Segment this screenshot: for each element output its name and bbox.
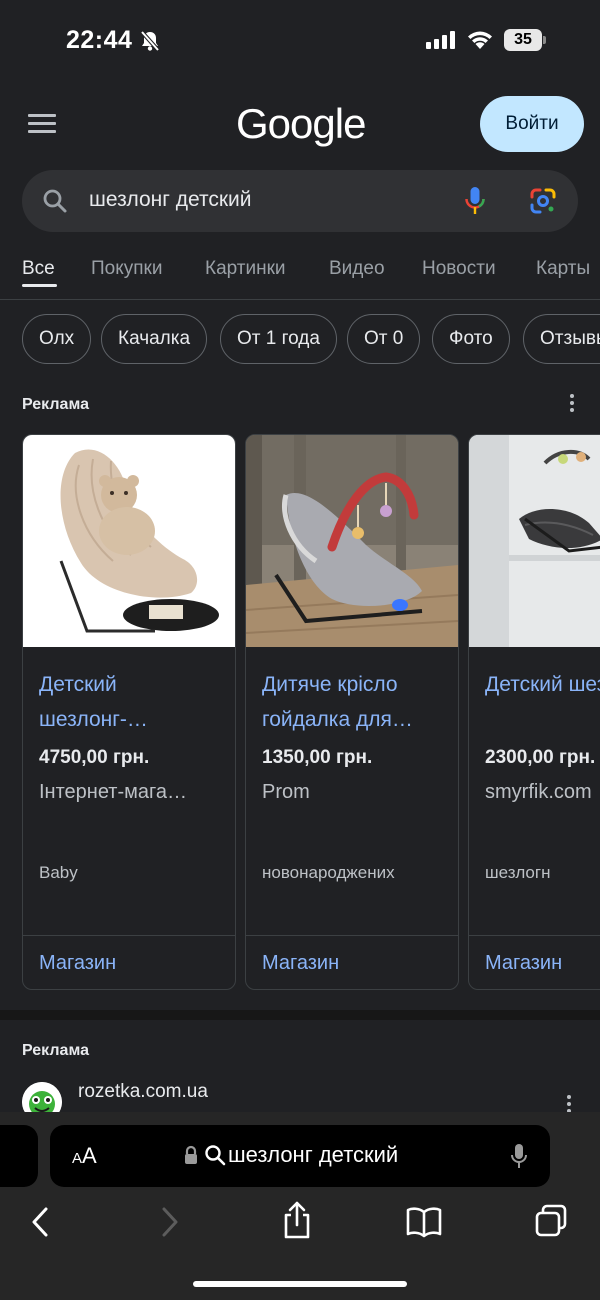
product-image [23, 435, 235, 647]
product-card[interactable]: Детский шезлогн… 2300,00 грн. smyrfik.co… [468, 434, 600, 990]
card-divider [23, 935, 235, 936]
product-store: Інтернет-мага… [39, 781, 187, 803]
ad-label: Реклама [22, 396, 89, 413]
product-tag: шезлогн [485, 863, 551, 882]
battery-tip [543, 36, 546, 44]
tabs-icon[interactable] [534, 1204, 568, 1238]
signin-button[interactable]: Войти [480, 96, 584, 152]
product-title[interactable]: Дитяче крісло гойдалка для… [262, 667, 452, 737]
product-carousel: Детский шезлонг-… 4750,00 грн. Інтернет-… [0, 434, 600, 992]
search-icon [43, 189, 67, 213]
tab-shopping[interactable]: Покупки [91, 258, 162, 280]
product-price: 2300,00 грн. [485, 747, 596, 768]
previous-tab-preview[interactable] [0, 1125, 38, 1187]
bookmarks-icon[interactable] [406, 1206, 442, 1238]
product-store: Prom [262, 781, 310, 803]
card-divider [469, 935, 600, 936]
microphone-icon[interactable] [510, 1142, 528, 1170]
product-price: 1350,00 грн. [262, 747, 373, 768]
chip-from-1-year[interactable]: От 1 года [220, 314, 337, 364]
product-card[interactable]: Дитяче крісло гойдалка для… 1350,00 грн.… [245, 434, 459, 990]
google-logo[interactable]: Google [236, 100, 366, 148]
battery-icon: 35 [504, 29, 542, 51]
chip-kachalka[interactable]: Качалка [101, 314, 208, 364]
product-title[interactable]: Детский шезлогн… [485, 667, 600, 737]
reader-settings-button[interactable]: AA [72, 1143, 97, 1169]
product-tag: новонароджених [262, 863, 395, 882]
more-options-icon[interactable] [570, 394, 576, 415]
google-lens-icon[interactable] [529, 187, 557, 215]
tab-active-indicator [22, 284, 57, 287]
share-icon[interactable] [282, 1200, 312, 1240]
filter-chips: Олх Качалка От 1 года От 0 Фото Отзывы [0, 314, 600, 364]
back-icon[interactable] [30, 1206, 50, 1238]
product-image [469, 435, 600, 647]
forward-icon[interactable] [160, 1206, 180, 1238]
shop-link[interactable]: Магазин [39, 952, 116, 975]
tab-videos[interactable]: Видео [329, 258, 385, 280]
search-tabs: Все Покупки Картинки Видео Новости Карты [0, 256, 600, 300]
card-divider [246, 935, 458, 936]
bell-off-icon [140, 30, 160, 52]
address-text: шезлонг детский [228, 1142, 399, 1167]
lock-icon [185, 1145, 197, 1164]
chip-reviews[interactable]: Отзывы [523, 314, 600, 364]
product-card[interactable]: Детский шезлонг-… 4750,00 грн. Інтернет-… [22, 434, 236, 990]
cellular-signal-icon [426, 31, 455, 49]
product-store: smyrfik.com [485, 781, 592, 803]
chip-photo[interactable]: Фото [432, 314, 510, 364]
status-time: 22:44 [66, 26, 133, 54]
search-input[interactable]: шезлонг детский [22, 170, 578, 232]
tab-maps[interactable]: Карты [536, 258, 590, 280]
hamburger-menu-icon[interactable] [28, 114, 56, 134]
chip-from-0[interactable]: От 0 [347, 314, 421, 364]
address-bar[interactable]: AA шезлонг детский [50, 1125, 550, 1187]
tab-news[interactable]: Новости [422, 258, 496, 280]
status-bar: 22:44 35 [0, 0, 600, 82]
product-price: 4750,00 грн. [39, 747, 150, 768]
ad-domain[interactable]: rozetka.com.ua [78, 1081, 208, 1103]
voice-search-icon[interactable] [464, 186, 486, 216]
shop-link[interactable]: Магазин [262, 952, 339, 975]
tab-all[interactable]: Все [22, 258, 55, 280]
search-query: шезлонг детский [89, 188, 252, 211]
product-title[interactable]: Детский шезлонг-… [39, 667, 229, 737]
search-icon [205, 1145, 226, 1166]
product-tag: Baby [39, 863, 78, 882]
shop-link[interactable]: Магазин [485, 952, 562, 975]
wifi-icon [468, 31, 492, 49]
chip-olx[interactable]: Олх [22, 314, 92, 364]
tab-images[interactable]: Картинки [205, 258, 286, 280]
product-image [246, 435, 458, 647]
home-indicator [193, 1281, 407, 1287]
section-divider [0, 1010, 600, 1020]
ad-label: Реклама [22, 1042, 89, 1059]
